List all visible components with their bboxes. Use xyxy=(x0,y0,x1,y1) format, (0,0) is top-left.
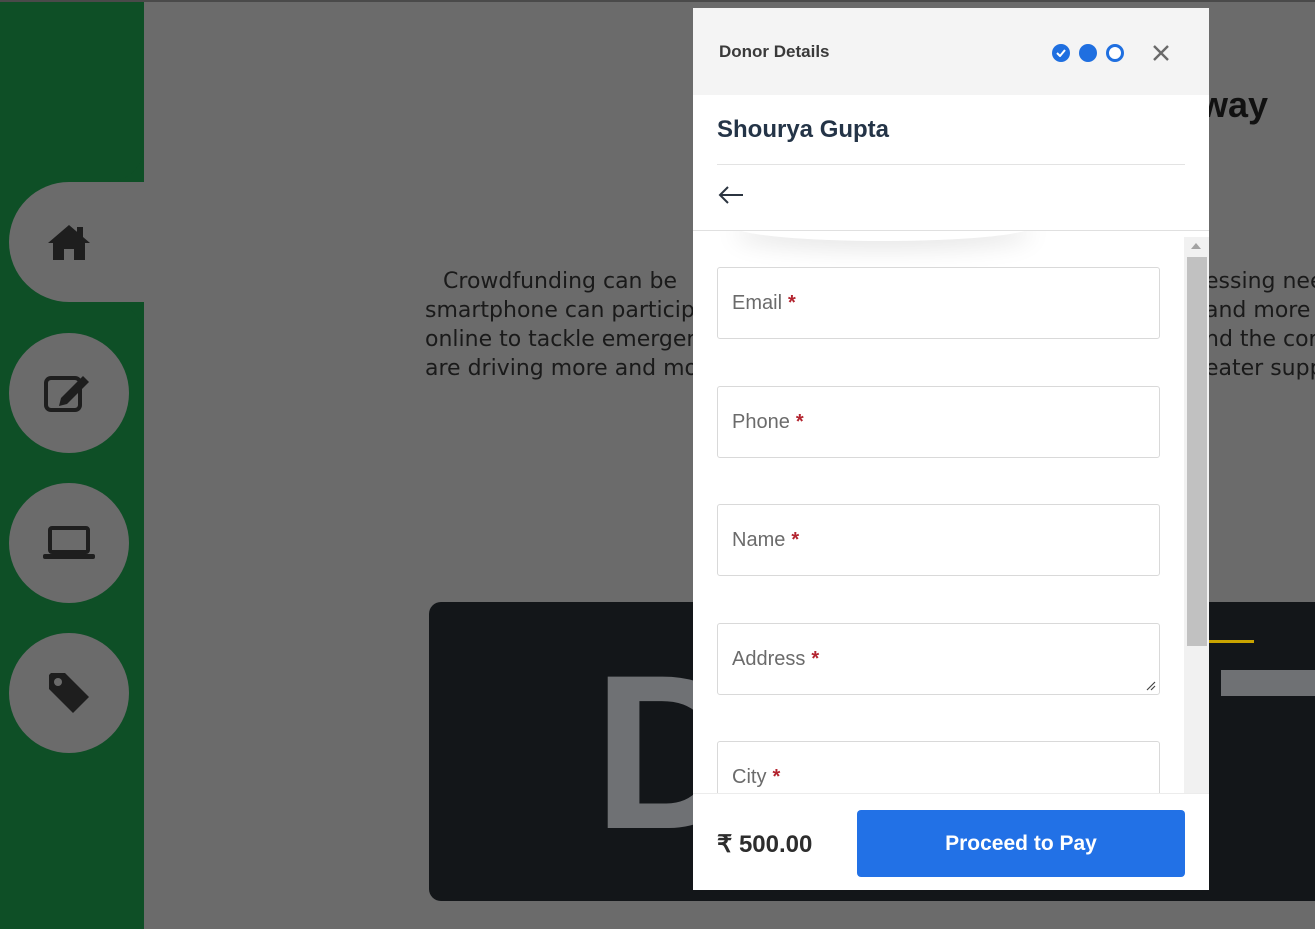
close-icon[interactable] xyxy=(1152,44,1170,62)
donor-details-modal: Donor Details Shourya Gupta Email * Phone… xyxy=(693,8,1209,890)
edit-icon xyxy=(44,376,89,412)
step-completed-icon xyxy=(1052,44,1070,62)
back-arrow-icon[interactable] xyxy=(717,184,745,206)
step-current-icon xyxy=(1079,44,1097,62)
modal-footer: ₹ 500.00 Proceed to Pay xyxy=(693,793,1209,890)
sidebar-item-tag[interactable] xyxy=(9,633,129,753)
email-label: Email * xyxy=(732,291,796,314)
tag-icon xyxy=(49,673,89,713)
home-icon xyxy=(48,225,90,260)
email-field[interactable]: Email * xyxy=(717,267,1160,339)
sidebar-item-home[interactable] xyxy=(9,182,154,302)
address-field[interactable]: Address * xyxy=(717,623,1160,695)
sidebar xyxy=(0,2,154,929)
scroll-up-arrow-icon[interactable] xyxy=(1191,243,1201,249)
city-field[interactable]: City * xyxy=(717,741,1160,793)
intro-paragraph-right: essing nee and more nd the con eater sup… xyxy=(1205,269,1315,381)
step-indicator xyxy=(1052,44,1124,62)
campaign-name: Shourya Gupta xyxy=(717,116,890,143)
form-scrollbar[interactable] xyxy=(1184,237,1209,793)
sidebar-top-panel xyxy=(0,2,144,182)
laptop-icon xyxy=(43,526,95,559)
intro-paragraph-left: Crowdfunding can be smartphone can parti… xyxy=(425,269,709,381)
banner-graphic xyxy=(1221,670,1315,696)
modal-title: Donor Details xyxy=(719,41,830,61)
name-field[interactable]: Name * xyxy=(717,504,1160,576)
donation-amount: ₹ 500.00 xyxy=(717,831,813,858)
divider xyxy=(717,164,1185,165)
name-label: Name * xyxy=(732,528,800,551)
phone-field[interactable]: Phone * xyxy=(717,386,1160,458)
banner-accent-stripe xyxy=(1209,640,1254,643)
scroll-thumb[interactable] xyxy=(1187,257,1207,646)
donor-form: Email * Phone * Name * Address * City * xyxy=(693,231,1209,793)
sidebar-item-edit[interactable] xyxy=(9,333,129,453)
address-label: Address * xyxy=(732,647,820,670)
proceed-to-pay-button[interactable]: Proceed to Pay xyxy=(857,810,1185,877)
phone-label: Phone * xyxy=(732,410,804,433)
sidebar-item-laptop[interactable] xyxy=(9,483,129,603)
resize-grip-icon[interactable] xyxy=(1144,679,1156,691)
modal-header: Donor Details xyxy=(693,8,1209,95)
city-label: City * xyxy=(732,765,781,788)
step-pending-icon xyxy=(1106,44,1124,62)
